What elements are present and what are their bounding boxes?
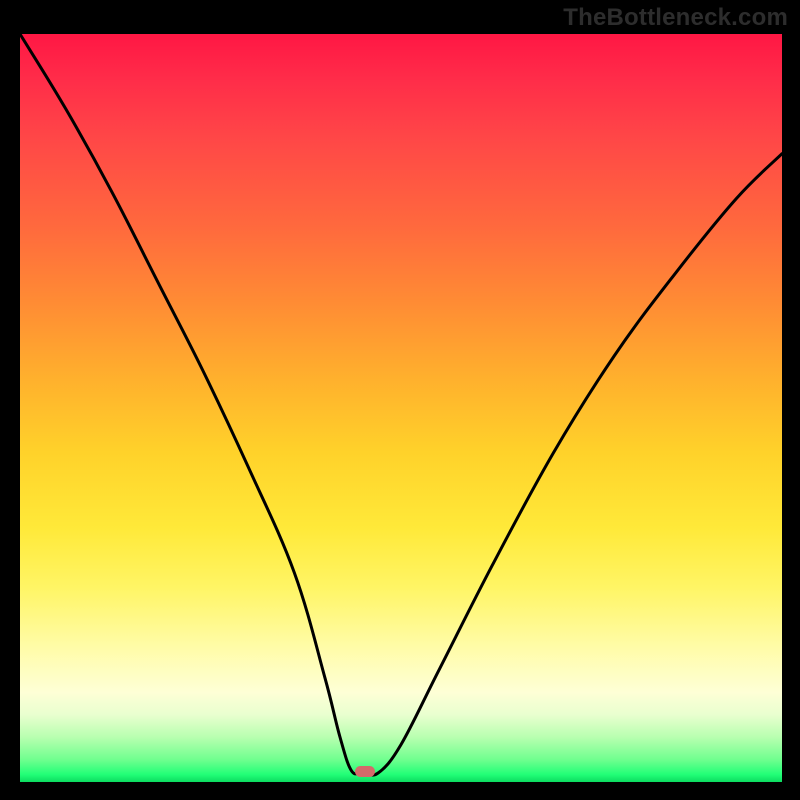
chart-frame: TheBottleneck.com [0,0,800,800]
bottleneck-curve [20,34,782,782]
plot-area [20,34,782,782]
minimum-marker [355,766,375,776]
watermark-text: TheBottleneck.com [563,4,788,32]
